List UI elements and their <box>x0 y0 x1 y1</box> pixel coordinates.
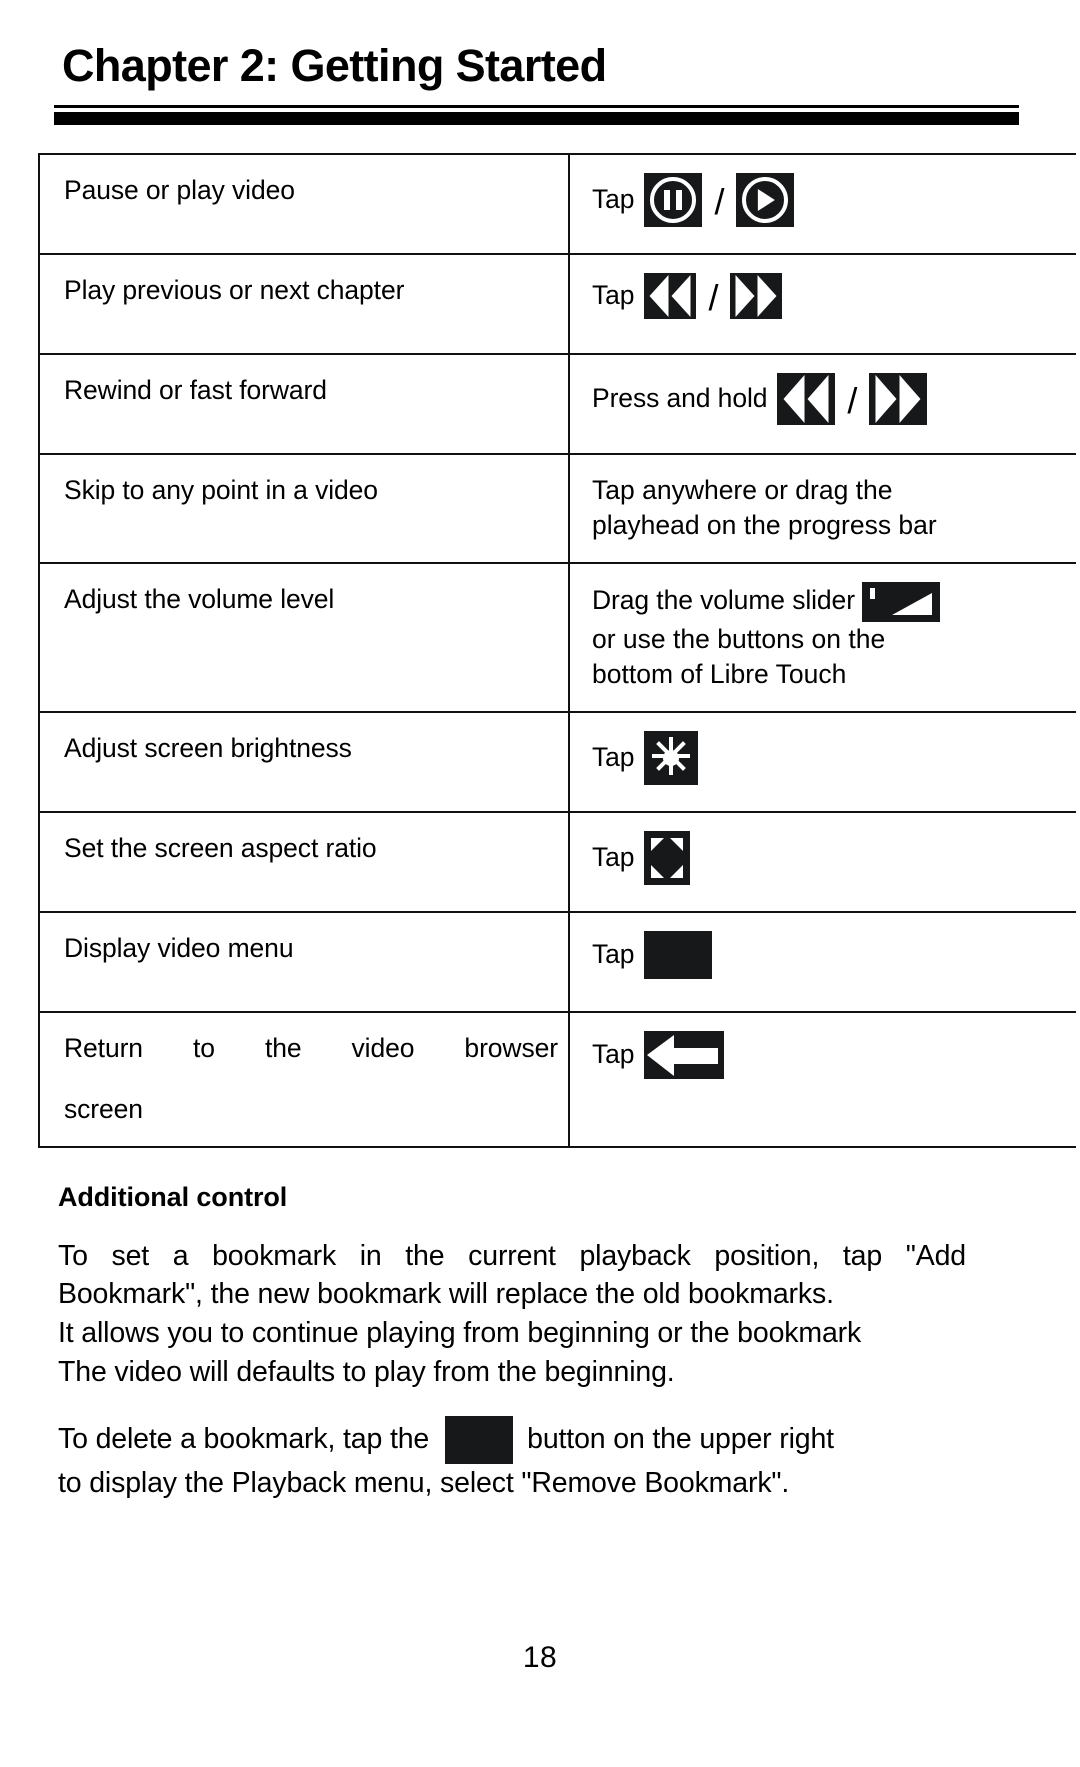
previous-chapter-icon <box>644 272 697 319</box>
paragraph-set-bookmark: To set a bookmark in the current playbac… <box>58 1237 966 1392</box>
table-cell-action: Display video menu <box>38 910 569 1013</box>
table-cell-action: Rewind or fast forward <box>38 352 569 455</box>
manual-page: Chapter 2: Getting Started Pause or play… <box>0 0 1080 1767</box>
how-line-1: Drag the volume slider <box>592 584 855 615</box>
how-verb: Tap <box>592 183 635 214</box>
table-row: Set the screen aspect ratio Tap <box>38 810 1076 913</box>
action-line-2: screen <box>64 1094 143 1125</box>
table-cell-how: Tap / <box>568 152 1076 255</box>
action-label: Adjust the volume level <box>64 583 335 614</box>
action-line-1: Return to the video browser <box>64 1032 558 1063</box>
how-verb: Tap <box>592 279 635 310</box>
table-cell-how: Tap / <box>568 252 1076 355</box>
table-cell-how: Press and hold / <box>568 352 1076 455</box>
table-cell-action: Adjust the volume level <box>38 561 569 713</box>
fast-forward-icon <box>869 372 928 425</box>
icon-separator: / <box>847 379 858 421</box>
how-verb: Tap <box>592 1038 635 1069</box>
table-row: Rewind or fast forward Press and hold / <box>38 352 1076 455</box>
paragraph-delete-bookmark: To delete a bookmark, tap the button on … <box>58 1415 966 1503</box>
paragraph-line: The video will defaults to play from the… <box>58 1355 675 1388</box>
volume-slider-icon <box>862 581 941 622</box>
header-divider <box>54 104 1019 125</box>
how-line-1: Tap anywhere or drag the <box>592 474 893 505</box>
icon-separator: / <box>708 276 719 318</box>
action-label: Return to the video browser screen <box>64 1031 558 1128</box>
back-arrow-icon <box>644 1030 725 1079</box>
action-label: Set the screen aspect ratio <box>64 832 377 863</box>
table-cell-how: Tap <box>568 1010 1076 1148</box>
page-title: Chapter 2: Getting Started <box>62 40 607 91</box>
table-cell-action: Adjust screen brightness <box>38 710 569 813</box>
table-cell-how: Tap <box>568 910 1076 1013</box>
table-cell-how: Tap <box>568 710 1076 813</box>
table-cell-how: Drag the volume slider or use the button… <box>568 561 1076 713</box>
how-verb: Tap <box>592 938 635 969</box>
table-row: Adjust the volume level Drag the volume … <box>38 561 1076 713</box>
aspect-ratio-icon <box>644 830 691 885</box>
icon-separator: / <box>714 180 725 222</box>
paragraph-line: It allows you to continue playing from b… <box>58 1317 862 1350</box>
play-icon <box>736 172 795 227</box>
table-cell-action: Return to the video browser screen <box>38 1010 569 1148</box>
table-cell-action: Skip to any point in a video <box>38 452 569 564</box>
action-label: Rewind or fast forward <box>64 374 327 405</box>
header-rule-thick <box>54 111 1019 125</box>
video-controls-table: Pause or play video Tap / Play previous … <box>38 152 1076 1148</box>
next-chapter-icon <box>730 272 783 319</box>
table-cell-action: Pause or play video <box>38 152 569 255</box>
page-number: 18 <box>522 1641 558 1674</box>
paragraph-line: to display the Playback menu, select "Re… <box>58 1466 790 1499</box>
menu-icon <box>644 930 713 979</box>
how-verb: Tap <box>592 841 635 872</box>
table-row: Pause or play video Tap / <box>38 152 1076 255</box>
paragraph-line: To delete a bookmark, tap the <box>58 1423 430 1456</box>
menu-icon <box>445 1415 514 1464</box>
table-row: Adjust screen brightness Tap <box>38 710 1076 813</box>
pause-icon <box>644 172 703 227</box>
table-row: Display video menu Tap <box>38 910 1076 1013</box>
rewind-icon <box>777 372 836 425</box>
brightness-icon <box>644 730 699 785</box>
table-cell-action: Set the screen aspect ratio <box>38 810 569 913</box>
paragraph-line: To set a bookmark in the current playbac… <box>58 1239 966 1272</box>
how-verb: Tap <box>592 741 635 772</box>
action-label: Display video menu <box>64 932 294 963</box>
paragraph-line: button on the upper right <box>527 1423 834 1456</box>
action-label: Skip to any point in a video <box>64 474 378 505</box>
action-label: Play previous or next chapter <box>64 274 405 305</box>
table-cell-how: Tap anywhere or drag the playhead on the… <box>568 452 1076 564</box>
section-heading: Additional control <box>58 1181 288 1212</box>
action-label: Adjust screen brightness <box>64 732 352 763</box>
action-label: Pause or play video <box>64 174 295 205</box>
paragraph-line: Bookmark", the new bookmark will replace… <box>58 1278 834 1311</box>
how-line-2: playhead on the progress bar <box>592 510 937 541</box>
additional-control-section: Additional control To set a bookmark in … <box>58 1182 966 1503</box>
table-cell-how: Tap <box>568 810 1076 913</box>
how-line-3: bottom of Libre Touch <box>592 659 847 690</box>
table-cell-action: Play previous or next chapter <box>38 252 569 355</box>
table-row: Return to the video browser screen Tap <box>38 1010 1076 1148</box>
how-verb: Press and hold <box>592 382 768 413</box>
how-line-2: or use the buttons on the <box>592 623 886 654</box>
page-header: Chapter 2: Getting Started <box>0 0 1080 125</box>
table-row: Play previous or next chapter Tap / <box>38 252 1076 355</box>
table-row: Skip to any point in a video Tap anywher… <box>38 452 1076 564</box>
